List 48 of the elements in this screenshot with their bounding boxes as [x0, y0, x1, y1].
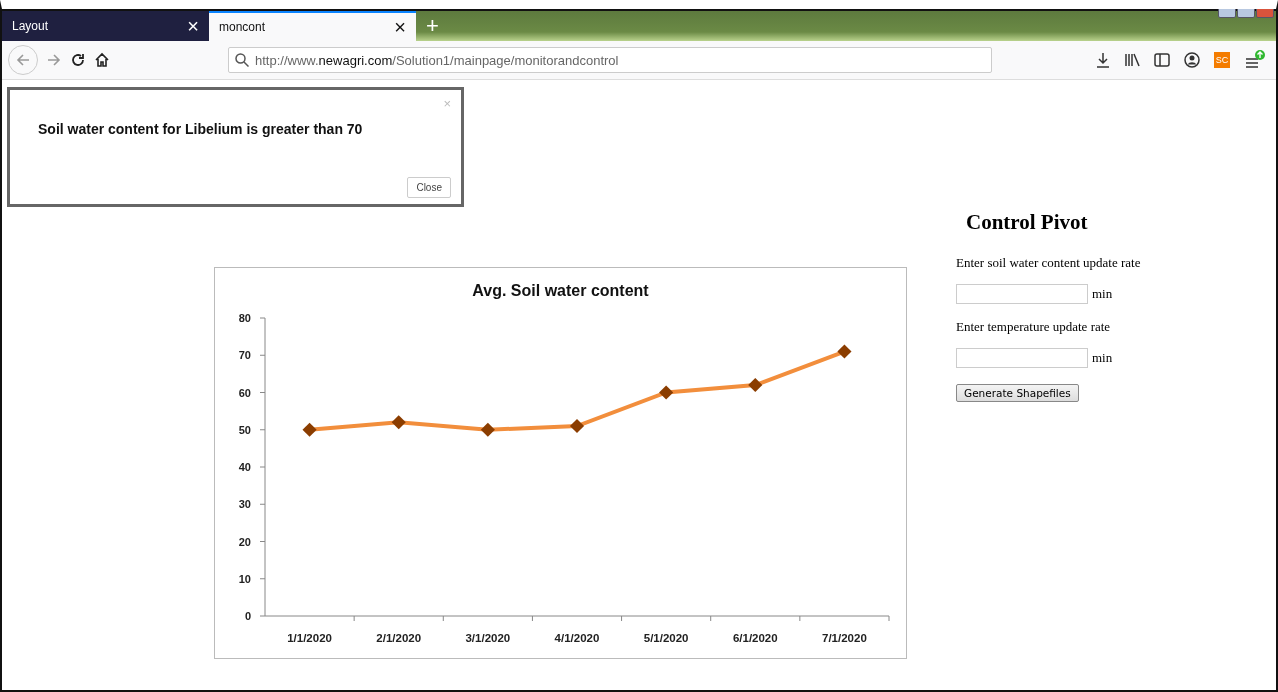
- field-label: Enter soil water content update rate: [956, 255, 1142, 271]
- sidebar-icon[interactable]: [1154, 53, 1170, 67]
- close-button[interactable]: Close: [407, 177, 451, 198]
- forward-icon[interactable]: [46, 52, 62, 68]
- browser-tab[interactable]: Layout ×: [2, 11, 209, 41]
- search-icon: [235, 53, 249, 67]
- y-tick-label: 30: [238, 498, 251, 511]
- reload-icon[interactable]: [70, 52, 86, 68]
- tab-title: Layout: [12, 19, 49, 33]
- y-tick-label: 80: [238, 312, 251, 324]
- x-tick-label: 4/1/2020: [554, 632, 600, 644]
- address-bar[interactable]: http://www.newagri.com/Solution1/mainpage/monitorandcontrol: [228, 47, 992, 73]
- unit-label: min: [1092, 350, 1113, 366]
- download-icon[interactable]: [1096, 52, 1110, 68]
- generate-button[interactable]: Generate Shapefiles: [956, 384, 1079, 402]
- unit-label: min: [1092, 286, 1113, 302]
- x-tick-label: 6/1/2020: [732, 632, 778, 644]
- x-tick-label: 7/1/2020: [822, 632, 867, 644]
- library-icon[interactable]: [1124, 53, 1140, 67]
- y-tick-label: 70: [238, 349, 251, 362]
- tab-title: moncont: [219, 20, 266, 34]
- data-marker: [302, 422, 317, 437]
- browser-tab[interactable]: moncont ×: [209, 11, 416, 41]
- x-tick-label: 2/1/2020: [376, 632, 422, 644]
- x-tick-label: 1/1/2020: [287, 632, 332, 644]
- tab-close-button[interactable]: ×: [394, 15, 406, 39]
- menu-icon[interactable]: [1244, 49, 1266, 71]
- field-label: Enter temperature update rate: [956, 319, 1112, 335]
- home-icon[interactable]: [94, 52, 110, 68]
- y-tick-label: 0: [244, 610, 251, 622]
- input-field[interactable]: [956, 284, 1088, 304]
- y-tick-label: 20: [238, 535, 251, 548]
- x-tick-label: 5/1/2020: [643, 632, 689, 644]
- y-tick-label: 50: [238, 423, 251, 436]
- y-tick-label: 10: [238, 572, 251, 585]
- input-field[interactable]: [956, 348, 1088, 368]
- chart-title: Avg. Soil water content: [472, 282, 649, 299]
- account-icon[interactable]: [1184, 52, 1200, 68]
- y-tick-label: 60: [238, 386, 251, 399]
- new-tab-button[interactable]: +: [416, 11, 449, 41]
- url-text: http://www.newagri.com/Solution1/mainpage/monitorandcontrol: [255, 52, 619, 68]
- data-marker: [748, 378, 763, 393]
- alert-message: Soil water content for Libelium is greater than 70: [38, 121, 364, 137]
- section-heading: Control Pivot: [966, 210, 1089, 235]
- x-tick-label: 3/1/2020: [465, 632, 511, 644]
- y-tick-label: 40: [238, 461, 251, 473]
- tab-close-button[interactable]: ×: [187, 14, 199, 38]
- data-marker: [659, 385, 674, 400]
